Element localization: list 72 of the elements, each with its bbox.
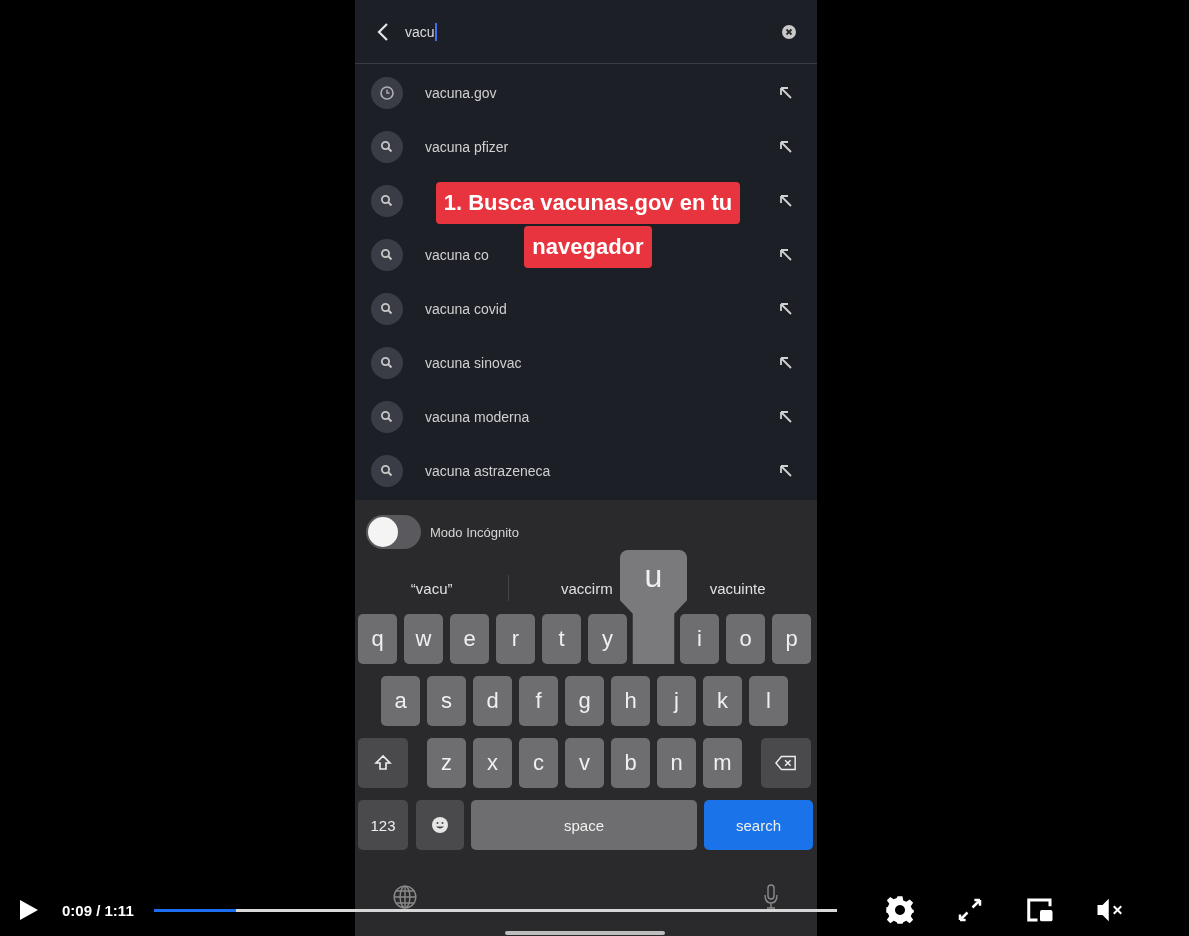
word-suggestion[interactable]: vaccirm: [561, 579, 613, 597]
suggestion-item[interactable]: vacuna sinovac: [425, 355, 522, 371]
globe-icon[interactable]: [392, 884, 418, 910]
suggestion-item[interactable]: vacuna co: [425, 247, 489, 263]
search-icon: [371, 185, 403, 217]
arrow-icon[interactable]: [779, 302, 793, 316]
key[interactable]: n: [657, 738, 696, 788]
settings-icon[interactable]: [884, 895, 915, 925]
delete-key[interactable]: [761, 738, 811, 788]
key[interactable]: f: [519, 676, 558, 726]
key[interactable]: e: [450, 614, 489, 664]
clear-icon[interactable]: [781, 23, 797, 40]
emoji-icon: [429, 815, 451, 835]
arrow-icon[interactable]: [779, 248, 793, 262]
arrow-icon[interactable]: [779, 356, 793, 370]
key[interactable]: y: [588, 614, 627, 664]
clock-icon: [371, 77, 403, 109]
key[interactable]: b: [611, 738, 650, 788]
back-icon[interactable]: [377, 21, 389, 42]
key[interactable]: o: [726, 614, 765, 664]
search-icon: [371, 347, 403, 379]
key[interactable]: w: [404, 614, 443, 664]
key[interactable]: q: [358, 614, 397, 664]
search-icon: [371, 455, 403, 487]
key[interactable]: g: [565, 676, 604, 726]
arrow-icon[interactable]: [779, 140, 793, 154]
arrow-icon[interactable]: [779, 410, 793, 424]
emoji-key[interactable]: [416, 800, 464, 850]
shift-icon: [372, 753, 394, 773]
word-suggestion[interactable]: “vacu”: [410, 579, 453, 597]
arrow-icon[interactable]: [779, 464, 793, 478]
key[interactable]: x: [473, 738, 512, 788]
key[interactable]: 123: [358, 800, 408, 850]
search-icon: [371, 401, 403, 433]
space-key[interactable]: space: [471, 800, 697, 850]
search-icon: [371, 239, 403, 271]
search-field[interactable]: vacu: [405, 22, 781, 41]
microphone-icon[interactable]: [763, 884, 779, 910]
key[interactable]: m: [703, 738, 742, 788]
search-icon: [371, 293, 403, 325]
suggestion-item[interactable]: vacuna pfizer: [425, 139, 509, 155]
shift-key[interactable]: [358, 738, 408, 788]
arrow-icon[interactable]: [779, 86, 793, 100]
key[interactable]: k: [703, 676, 742, 726]
key[interactable]: j: [657, 676, 696, 726]
key[interactable]: d: [473, 676, 512, 726]
suggestion-item[interactable]: vacuna.gov: [425, 85, 497, 101]
key[interactable]: r: [496, 614, 535, 664]
key[interactable]: i: [680, 614, 719, 664]
progress-bar[interactable]: [153, 908, 837, 912]
suggestion-item[interactable]: vacuna moderna: [425, 409, 530, 425]
key-preview[interactable]: u: [620, 550, 687, 664]
play-icon[interactable]: [18, 899, 40, 921]
key[interactable]: h: [611, 676, 650, 726]
time-display: 0:09 / 1:11: [62, 901, 134, 919]
incognito-toggle[interactable]: [366, 515, 421, 549]
search-key[interactable]: search: [704, 800, 813, 850]
key[interactable]: s: [427, 676, 466, 726]
incognito-label: Modo Incógnito: [430, 524, 519, 540]
key[interactable]: z: [427, 738, 466, 788]
arrow-icon[interactable]: [779, 194, 793, 208]
key[interactable]: v: [565, 738, 604, 788]
suggestion-item[interactable]: vacuna astrazeneca: [425, 463, 551, 479]
suggestion-item[interactable]: vacuna covid: [425, 301, 507, 317]
search-icon: [371, 131, 403, 163]
key[interactable]: l: [749, 676, 788, 726]
backspace-icon: [775, 753, 797, 773]
word-suggestion[interactable]: vacuinte: [709, 579, 766, 597]
key[interactable]: a: [381, 676, 420, 726]
key[interactable]: p: [772, 614, 811, 664]
key[interactable]: c: [519, 738, 558, 788]
key[interactable]: t: [542, 614, 581, 664]
